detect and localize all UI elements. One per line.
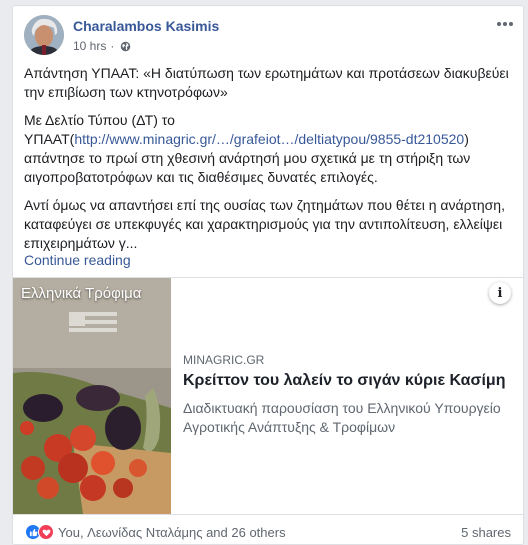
thumbnail-caption: Ελληνικά Τρόφιμα [21,285,142,302]
attachment-description: Διαδικτυακή παρουσίαση του Ελληνικού Υπο… [183,400,501,435]
continue-reading-link[interactable]: Continue reading [24,251,516,270]
post-time[interactable]: 10 hrs [73,39,106,53]
reactions-text: You, Λεωνίδας Νταλάμης and 26 others [58,524,286,540]
globe-icon[interactable] [120,41,131,52]
post-paragraph: Αντί όμως να απαντήσει επί της ουσίας τω… [24,197,505,251]
post-paragraph: Απάντηση ΥΠΑΑΤ: «Η διατύπωση των ερωτημά… [24,65,509,100]
author-name[interactable]: Charalambos Kasimis [73,18,219,34]
love-icon [38,524,54,540]
link-attachment[interactable]: Ελληνικά Τρόφιμα i MINAGRIC.GR Κρείττον … [13,277,523,515]
attachment-domain: MINAGRIC.GR [183,353,265,367]
reactions-summary[interactable]: You, Λεωνίδας Νταλάμης and 26 others [25,524,286,540]
post-card: Charalambos Kasimis 10 hrs · Απάντηση ΥΠ… [12,5,524,545]
press-release-link[interactable]: http://www.minagric.gr/…/grafeiot…/delti… [74,131,464,147]
info-icon[interactable]: i [489,282,511,304]
author-avatar[interactable] [24,15,64,55]
attachment-title[interactable]: Κρείττον του λαλείν το σιγάν κύριε Κασίμ… [183,372,513,390]
post-meta: 10 hrs · [73,39,131,53]
post-paragraph: Με Δελτίο Τύπου (ΔΤ) το ΥΠΑΑΤ(http://www… [24,111,516,187]
attachment-thumbnail[interactable]: Ελληνικά Τρόφιμα [13,278,171,514]
post-body: Απάντηση ΥΠΑΑΤ: «Η διατύπωση των ερωτημά… [24,64,516,270]
more-options-icon[interactable] [495,14,515,34]
post-footer: You, Λεωνίδας Νταλάμης and 26 others 5 s… [13,522,523,544]
